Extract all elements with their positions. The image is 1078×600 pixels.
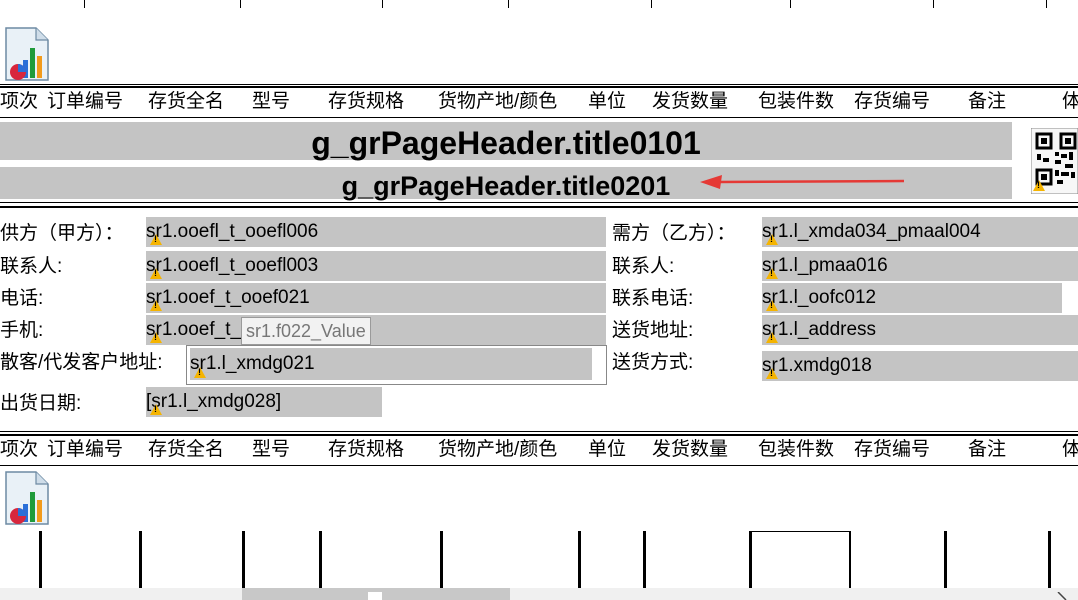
col-header: 项次	[0, 91, 39, 112]
label-contact: 联系人:	[0, 256, 63, 277]
field-buyer[interactable]: sr1.l_xmda034_pmaal004	[762, 217, 1078, 247]
warning-icon	[150, 268, 162, 279]
col-header: 存货编号	[854, 91, 931, 112]
col-header: 体	[1062, 439, 1078, 460]
col-header: 备注	[968, 91, 1007, 112]
col-header: 包装件数	[758, 91, 835, 112]
col-header: 项次	[0, 439, 39, 460]
label-buyer-phone: 联系电话:	[612, 288, 694, 309]
field-delivery-method[interactable]: sr1.xmdg018	[762, 351, 1078, 381]
warning-icon	[194, 367, 206, 378]
resize-handle-icon[interactable]	[1056, 592, 1070, 600]
field-customer-address[interactable]: sr1.l_xmdg021	[190, 348, 592, 380]
col-header: 存货编号	[854, 439, 931, 460]
chart-icon[interactable]	[4, 470, 50, 526]
label-ship-date: 出货日期:	[0, 393, 82, 414]
field-ship-date[interactable]: [sr1.l_xmdg028]	[146, 387, 382, 417]
chart-icon[interactable]	[4, 26, 50, 82]
warning-icon	[1033, 180, 1045, 191]
page-title-1: g_grPageHeader.title0101	[311, 125, 701, 161]
col-header: 体	[1062, 91, 1078, 112]
label-mobile: 手机:	[0, 320, 44, 341]
col-header: 发货数量	[652, 439, 729, 460]
col-header: 发货数量	[652, 91, 729, 112]
field-phone[interactable]: sr1.ooef_t_ooef021	[146, 283, 606, 313]
col-header: 备注	[968, 439, 1007, 460]
field-buyer-phone[interactable]: sr1.l_oofc012	[762, 283, 1062, 313]
col-header: 存货全名	[148, 91, 225, 112]
label-delivery-address: 送货地址:	[612, 320, 694, 341]
label-buyer-contact: 联系人:	[612, 256, 675, 277]
warning-icon	[766, 368, 778, 379]
warning-icon	[150, 404, 162, 415]
col-header: 单位	[588, 91, 627, 112]
col-header: 包装件数	[758, 439, 835, 460]
field-delivery-address[interactable]: sr1.l_address	[762, 315, 1078, 345]
col-header: 货物产地/颜色	[438, 91, 558, 112]
col-header: 单位	[588, 439, 627, 460]
horizontal-scrollbar[interactable]	[0, 588, 1078, 600]
warning-icon	[150, 234, 162, 245]
warning-icon	[766, 300, 778, 311]
warning-icon	[766, 234, 778, 245]
col-header: 存货规格	[328, 439, 405, 460]
label-phone: 电话:	[0, 288, 44, 309]
col-header: 订单编号	[47, 91, 124, 112]
label-buyer: 需方（乙方）：	[612, 223, 736, 244]
warning-icon	[150, 300, 162, 311]
field-supplier[interactable]: sr1.ooefl_t_ooefl006	[146, 217, 606, 247]
label-supplier: 供方（甲方）：	[0, 223, 124, 244]
col-header: 订单编号	[47, 439, 124, 460]
col-header: 型号	[252, 91, 291, 112]
label-customer-address: 散客/代发客户地址:	[0, 352, 163, 373]
field-contact[interactable]: sr1.ooefl_t_ooefl003	[146, 251, 606, 281]
scrollbar-grip[interactable]	[368, 592, 382, 600]
annotation-arrow-icon	[700, 175, 905, 189]
warning-icon	[150, 332, 162, 343]
col-header: 货物产地/颜色	[438, 439, 558, 460]
field-buyer-contact[interactable]: sr1.l_pmaa016	[762, 251, 1078, 281]
label-delivery-method: 送货方式:	[612, 352, 694, 373]
field-mobile[interactable]: sr1.ooef_t_	[146, 315, 606, 345]
col-header: 存货全名	[148, 439, 225, 460]
col-header: 存货规格	[328, 91, 405, 112]
warning-icon	[766, 268, 778, 279]
field-tooltip: sr1.f022_Value	[241, 317, 371, 345]
warning-icon	[766, 332, 778, 343]
col-header: 型号	[252, 439, 291, 460]
